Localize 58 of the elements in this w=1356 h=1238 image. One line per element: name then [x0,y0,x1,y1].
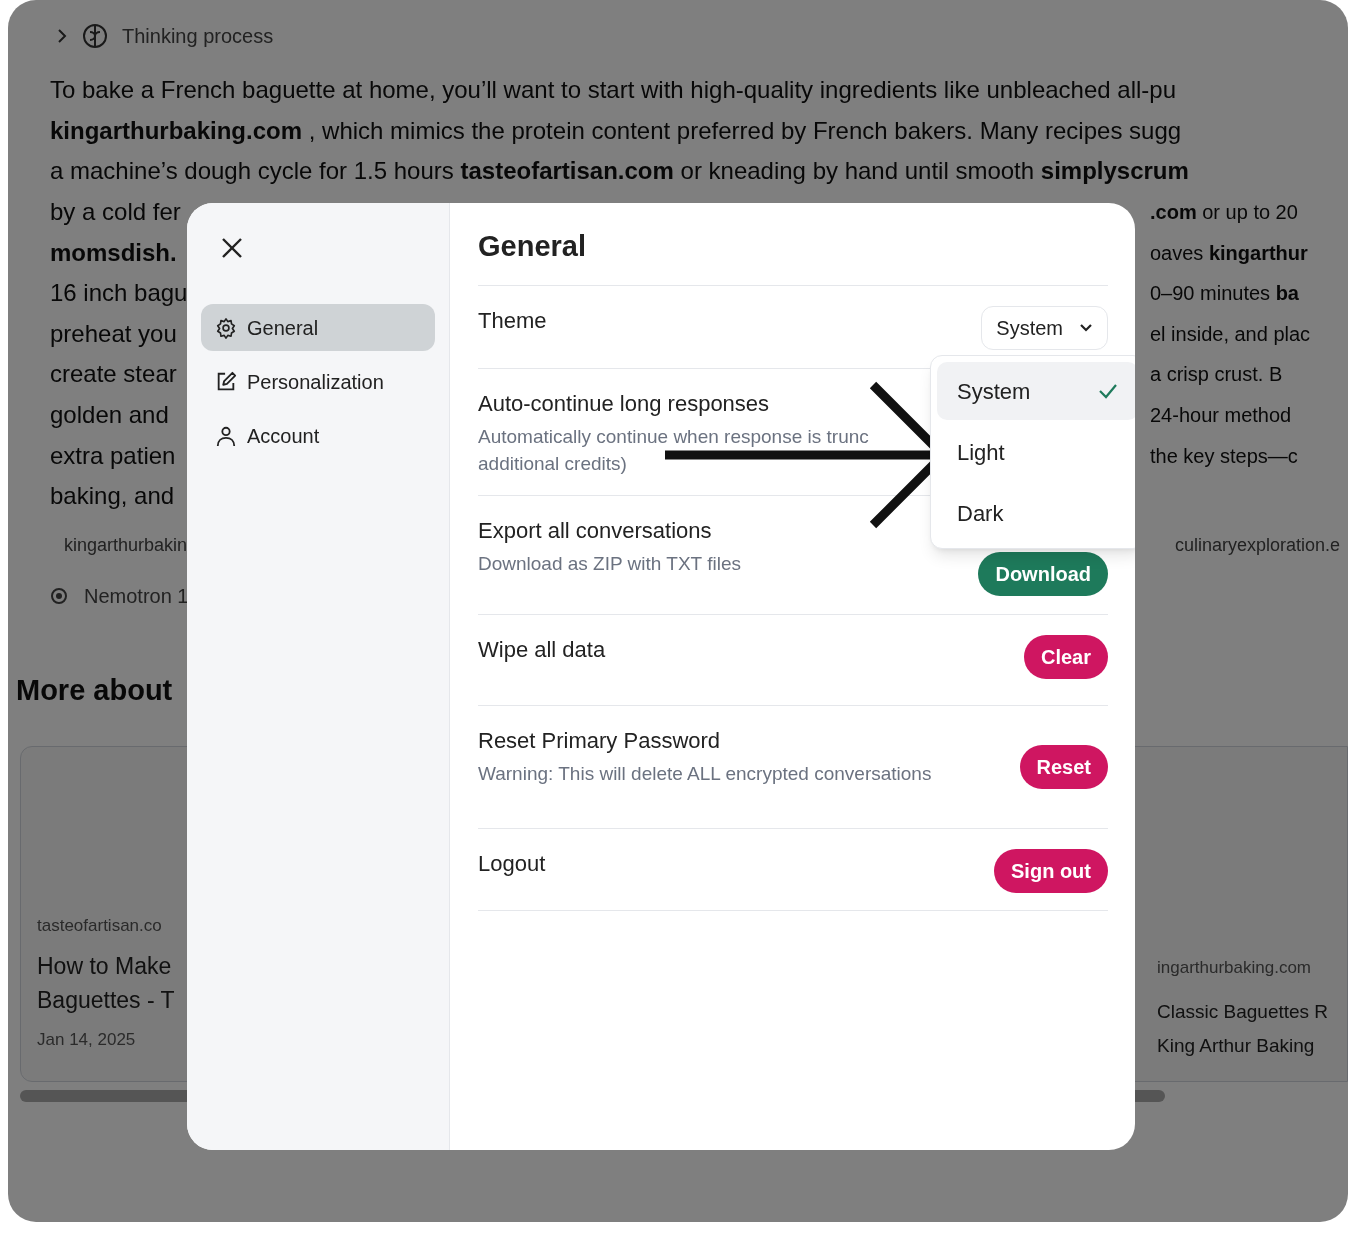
dialog-title: General [478,229,587,263]
card-source: tasteofartisan.co [37,915,163,938]
paragraph-text: .com or up to 20 [1150,200,1299,226]
gear-icon [215,316,237,339]
dropdown-option[interactable]: Light [937,423,1135,481]
check-icon [1098,383,1118,399]
nav-item[interactable]: General [201,304,435,351]
brain-icon [82,23,108,49]
paragraph-text: a machine’s dough cycle for 1.5 hours tasteofartisan.com or kneading by hand until smooth simplyscrum [50,156,1189,187]
model-icon [50,586,68,605]
theme-select[interactable]: System [981,306,1108,350]
close-icon [220,236,244,260]
model-name: Nemotron 1 [84,583,189,609]
setting-label: Wipe all data [478,636,606,664]
user-icon [215,424,237,447]
action-button[interactable]: Sign out [994,849,1108,893]
section-heading: More about [16,672,174,708]
paragraph-text: the key steps—c [1150,443,1299,469]
setting-description: Download as ZIP with TXT files [478,552,741,576]
setting-label: Logout [478,850,546,878]
paragraph-text: baking, and [50,481,175,512]
paragraph-text: momsdish. [50,237,177,268]
source-link[interactable]: culinaryexploration.e [1174,532,1340,560]
paragraph-text: 16 inch bagu [50,278,188,309]
paragraph-text: el inside, and plac [1150,321,1312,347]
dropdown-option[interactable]: Dark [937,484,1135,542]
card-date: Jan 14, 2025 [37,1028,137,1051]
paragraph-text: kingarthurbaking.com , which mimics the protein content preferred by French bakers. Many recipes sugg [50,115,1182,146]
chevron-down-icon [1079,323,1093,333]
card-title: Classic Baguettes R King Arthur Baking [1157,999,1330,1058]
setting-description: Warning: This will delete ALL encrypted conversations [478,762,932,786]
chevron-icon[interactable] [56,28,68,44]
dropdown-option[interactable]: System [937,362,1135,420]
nav-item[interactable]: Personalization [201,358,435,405]
paragraph-text: a crisp crust. B [1150,362,1284,388]
card-title: How to Make Baguettes - T [37,951,176,1015]
edit-icon [215,370,237,393]
nav-item[interactable]: Account [201,412,435,459]
paragraph-text: preheat you [50,318,177,349]
source-link[interactable]: kingarthurbakin [64,532,188,560]
paragraph-text: extra patien [50,440,176,471]
paragraph-text: To bake a French baguette at home, you’ll want to start with high-quality ingredients like unbleached all-pu [50,75,1176,106]
setting-label: Reset Primary Password [478,727,722,755]
paragraph-text: 24-hour method [1150,403,1293,429]
paragraph-text: by a cold fer [50,197,181,228]
action-button[interactable]: Reset [1019,745,1108,789]
action-button[interactable]: Download [978,552,1108,596]
setting-description: Automatically continue when response is trunc additional credits) [478,425,869,476]
paragraph-text: 0–90 minutes ba [1150,281,1300,307]
paragraph-text: create stear [50,359,177,390]
card-source: ingarthurbaking.com [1157,957,1313,980]
setting-label: Theme [478,307,547,335]
setting-label: Auto-continue long responses [478,390,771,418]
thinking-label[interactable]: Thinking process [122,21,274,51]
paragraph-text: golden and [50,400,169,431]
action-button[interactable]: Clear [1023,635,1108,679]
paragraph-text: oaves kingarthur [1150,240,1309,266]
setting-label: Export all conversations [478,517,713,545]
